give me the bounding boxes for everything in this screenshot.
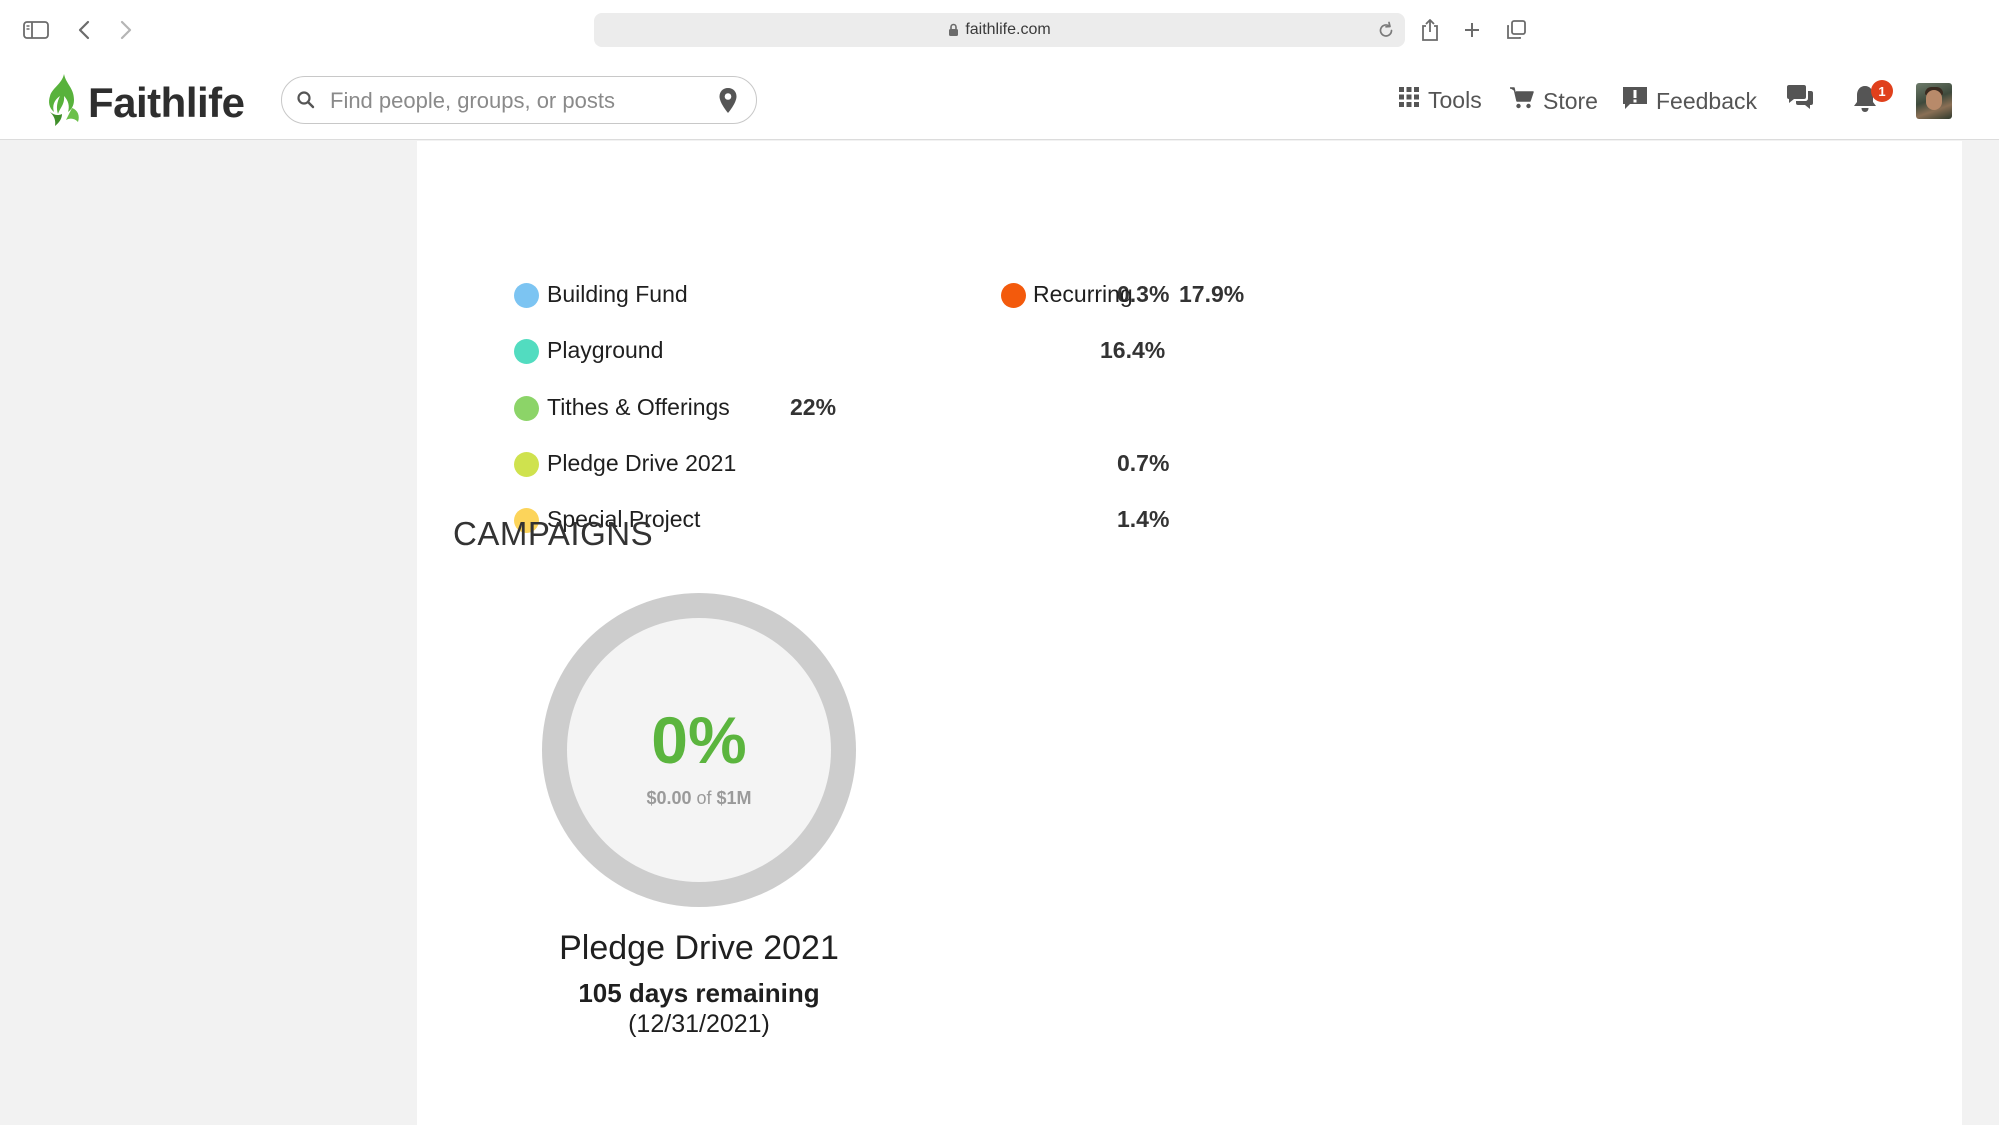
- reload-icon[interactable]: [1377, 20, 1395, 45]
- grid-icon: [1398, 86, 1420, 114]
- search-box[interactable]: [281, 76, 757, 124]
- store-menu[interactable]: Store: [1509, 86, 1598, 116]
- legend-swatch: [1001, 283, 1026, 308]
- campaign-amount: $0.00 of $1M: [567, 788, 831, 809]
- flame-icon: [44, 72, 82, 133]
- logo-text: Faithlife: [88, 78, 245, 126]
- notification-badge: 1: [1871, 80, 1893, 102]
- search-input[interactable]: [330, 87, 690, 115]
- campaign-of-text: of: [696, 788, 712, 808]
- address-bar[interactable]: faithlife.com: [594, 13, 1405, 47]
- back-icon[interactable]: [68, 14, 100, 46]
- legend-percent: 1.4%: [1117, 506, 1170, 532]
- cart-icon: [1509, 86, 1535, 116]
- feedback-label: Feedback: [1656, 87, 1758, 114]
- tab-overview-icon[interactable]: [1500, 14, 1532, 46]
- campaign-progress-ring[interactable]: 0% $0.00 of $1M: [542, 593, 856, 907]
- legend-percent: 16.4%: [1100, 337, 1166, 363]
- forward-icon[interactable]: [110, 14, 142, 46]
- site-header: Faithlife Tools Store Feedback: [0, 60, 1999, 140]
- campaign-raised: $0.00: [646, 788, 692, 808]
- legend-label: Pledge Drive 2021: [547, 450, 737, 476]
- url-text: faithlife.com: [965, 21, 1051, 38]
- campaign-progress-center: 0% $0.00 of $1M: [567, 618, 831, 882]
- campaign-remaining: 105 days remaining: [578, 978, 820, 1008]
- tools-menu[interactable]: Tools: [1398, 86, 1482, 114]
- campaigns-heading: CAMPAIGNS: [453, 515, 654, 552]
- avatar[interactable]: [1916, 83, 1952, 119]
- campaign-end-date: (12/31/2021): [628, 1010, 770, 1038]
- lock-icon: [948, 23, 959, 37]
- search-icon: [296, 90, 316, 115]
- legend-label: Building Fund: [547, 281, 688, 307]
- campaign-name[interactable]: Pledge Drive 2021: [398, 929, 1000, 968]
- new-tab-icon[interactable]: [1456, 14, 1488, 46]
- legend-percent: 22%: [790, 394, 837, 420]
- share-icon[interactable]: [1414, 14, 1446, 46]
- legend-percent: 17.9%: [1179, 281, 1245, 307]
- messages-icon[interactable]: [1785, 84, 1815, 117]
- feedback-icon: [1622, 86, 1648, 116]
- campaign-goal: $1M: [716, 788, 752, 808]
- legend-swatch: [514, 452, 539, 477]
- faithlife-logo[interactable]: Faithlife: [44, 72, 245, 133]
- browser-toolbar: faithlife.com: [0, 0, 1999, 60]
- location-pin-icon[interactable]: [718, 87, 738, 120]
- store-label: Store: [1543, 87, 1598, 114]
- tools-label: Tools: [1428, 86, 1482, 113]
- campaign-percent: 0%: [651, 703, 747, 777]
- legend-swatch: [514, 396, 539, 421]
- legend-label: Tithes & Offerings: [547, 394, 730, 420]
- legend-swatch: [514, 283, 539, 308]
- feedback-menu[interactable]: Feedback: [1622, 86, 1757, 116]
- legend-label: Recurring: [1033, 281, 1133, 307]
- legend-swatch: [514, 339, 539, 364]
- sidebar-toggle-icon[interactable]: [20, 14, 52, 46]
- legend-percent: 0.7%: [1117, 450, 1170, 476]
- legend-label: Playground: [547, 337, 664, 363]
